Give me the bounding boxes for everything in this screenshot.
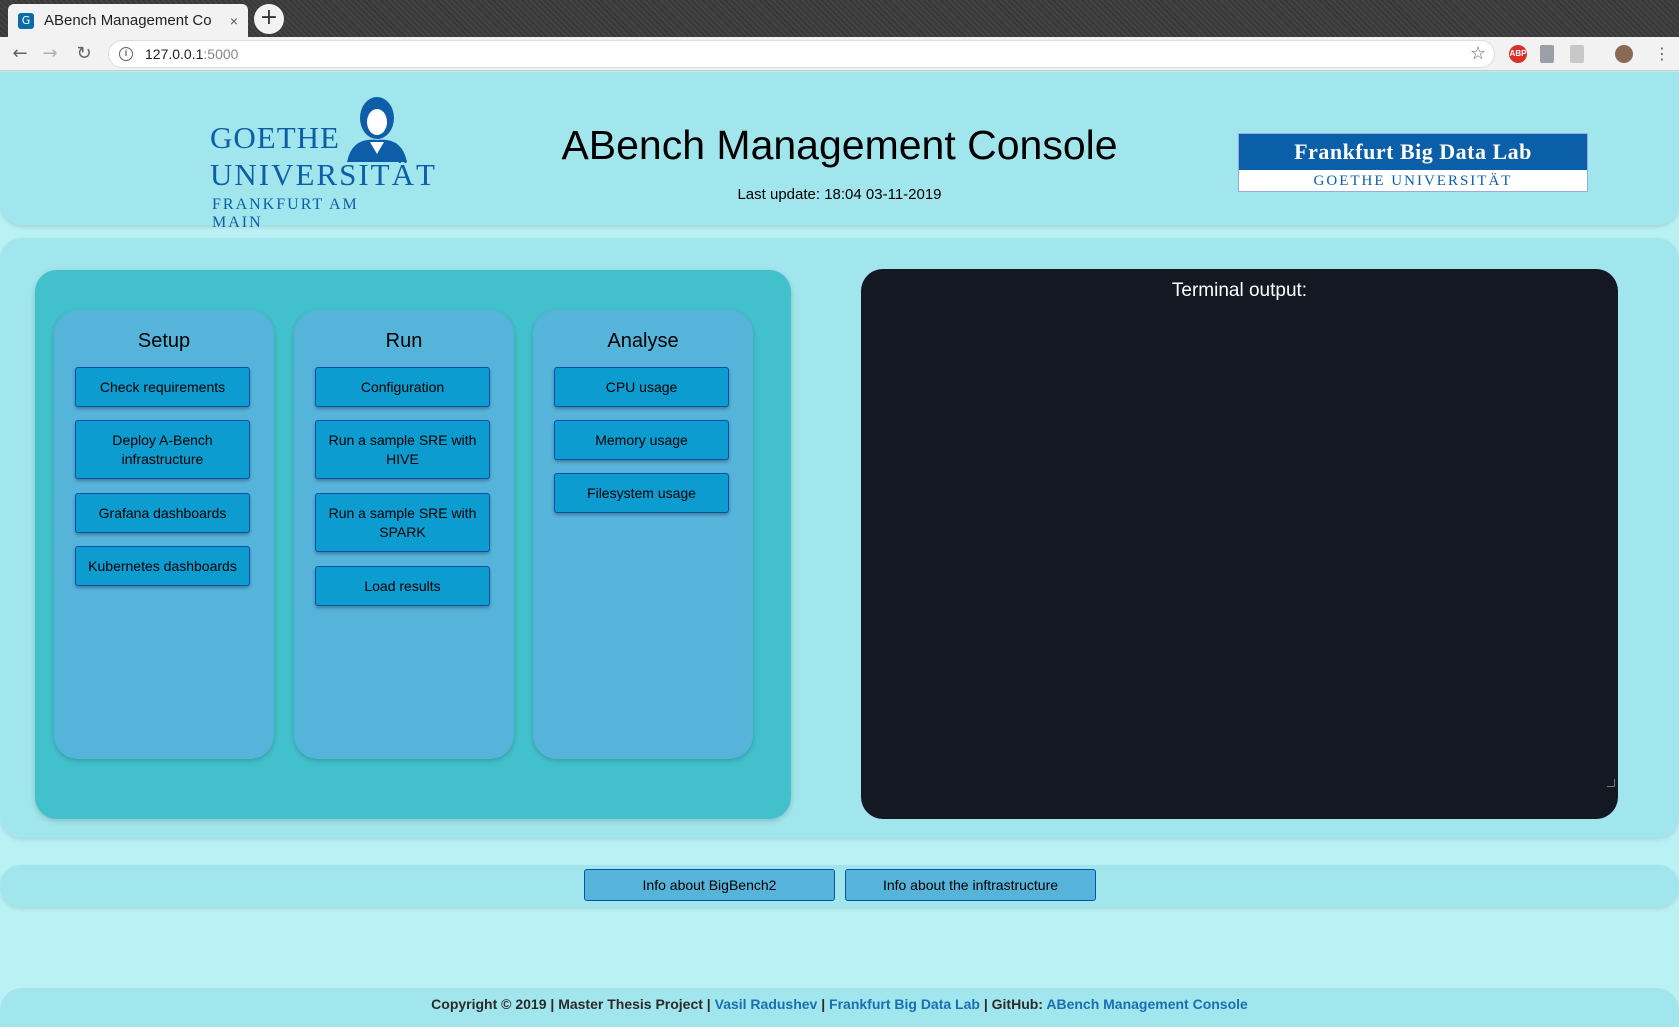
tab-title: ABench Management Co xyxy=(43,12,212,29)
menu-dots-icon[interactable]: ⋮ xyxy=(1650,42,1674,66)
info-icon[interactable]: i xyxy=(119,47,133,61)
setup-column: Setup Check requirements Deploy A-Bench … xyxy=(54,310,274,759)
url-text: 127.0.0.1:5000 xyxy=(145,46,238,62)
run-sre-hive-button[interactable]: Run a sample SRE with HIVE xyxy=(315,420,490,479)
filesystem-usage-button[interactable]: Filesystem usage xyxy=(554,473,729,513)
browser-toolbar: ← → ↻ i 127.0.0.1:5000 ☆ ABP ⋮ xyxy=(0,37,1679,71)
github-repo-link[interactable]: ABench Management Console xyxy=(1046,996,1247,1012)
favicon-icon: G xyxy=(18,12,34,29)
control-panel: Setup Check requirements Deploy A-Bench … xyxy=(35,270,791,819)
load-results-button[interactable]: Load results xyxy=(315,566,490,606)
configuration-button[interactable]: Configuration xyxy=(315,367,490,407)
analyse-column: Analyse CPU usage Memory usage Filesyste… xyxy=(533,310,753,759)
info-bigbench-button[interactable]: Info about BigBench2 xyxy=(584,869,835,901)
check-requirements-button[interactable]: Check requirements xyxy=(75,367,250,407)
column-title: Setup xyxy=(137,330,191,352)
fbdl-subtitle: GOETHE UNIVERSITÄT xyxy=(1313,173,1513,189)
column-title: Run xyxy=(385,330,423,352)
close-tab-icon[interactable]: × xyxy=(230,13,238,29)
footer-separator: | xyxy=(817,996,830,1012)
extension-icon[interactable] xyxy=(1570,45,1584,63)
address-bar[interactable]: i 127.0.0.1:5000 ☆ xyxy=(108,40,1495,68)
grafana-dashboards-button[interactable]: Grafana dashboards xyxy=(75,493,250,533)
deploy-abench-button[interactable]: Deploy A-Bench infrastructure xyxy=(75,420,250,479)
kubernetes-dashboards-button[interactable]: Kubernetes dashboards xyxy=(75,546,250,586)
reload-icon[interactable]: ↻ xyxy=(72,42,96,66)
browser-tab-bar: G ABench Management Co × + xyxy=(0,0,1679,37)
adblock-icon[interactable]: ABP xyxy=(1509,45,1527,63)
new-tab-button[interactable]: + xyxy=(254,4,284,34)
info-infrastructure-button[interactable]: Info about the inftrastructure xyxy=(845,869,1096,901)
back-arrow-icon[interactable]: ← xyxy=(8,42,32,66)
author-link[interactable]: Vasil Radushev xyxy=(715,996,818,1012)
cpu-usage-button[interactable]: CPU usage xyxy=(554,367,729,407)
memory-usage-button[interactable]: Memory usage xyxy=(554,420,729,460)
browser-tab[interactable]: G ABench Management Co × xyxy=(8,4,248,37)
resize-grip-icon[interactable] xyxy=(1607,779,1615,787)
footer-github-label: | GitHub: xyxy=(979,996,1047,1012)
document-icon[interactable] xyxy=(1540,45,1554,63)
url-host: 127.0.0.1 xyxy=(145,46,204,62)
profile-avatar[interactable] xyxy=(1615,45,1633,63)
url-port: :5000 xyxy=(203,46,239,62)
lab-link[interactable]: Frankfurt Big Data Lab xyxy=(829,996,980,1012)
frankfurt-big-data-lab-logo: Frankfurt Big Data Lab GOETHE UNIVERSITÄ… xyxy=(1238,133,1588,192)
page-footer: Copyright © 2019 | Master Thesis Project… xyxy=(0,988,1679,1027)
column-title: Analyse xyxy=(607,330,679,352)
page-header: GOETHE UNIVERSITÄT FRANKFURT AM MAIN ABe… xyxy=(0,72,1679,231)
run-sre-spark-button[interactable]: Run a sample SRE with SPARK xyxy=(315,493,490,552)
forward-arrow-icon[interactable]: → xyxy=(38,42,62,66)
terminal-output-area[interactable]: Terminal output: xyxy=(861,269,1618,819)
bookmark-star-icon[interactable]: ☆ xyxy=(1470,43,1486,64)
footer-copyright: Copyright © 2019 | Master Thesis Project… xyxy=(431,996,715,1012)
terminal-label: Terminal output: xyxy=(1171,280,1308,301)
run-column: Run Configuration Run a sample SRE with … xyxy=(294,310,514,759)
info-section xyxy=(0,865,1679,907)
fbdl-title: Frankfurt Big Data Lab xyxy=(1239,134,1587,170)
